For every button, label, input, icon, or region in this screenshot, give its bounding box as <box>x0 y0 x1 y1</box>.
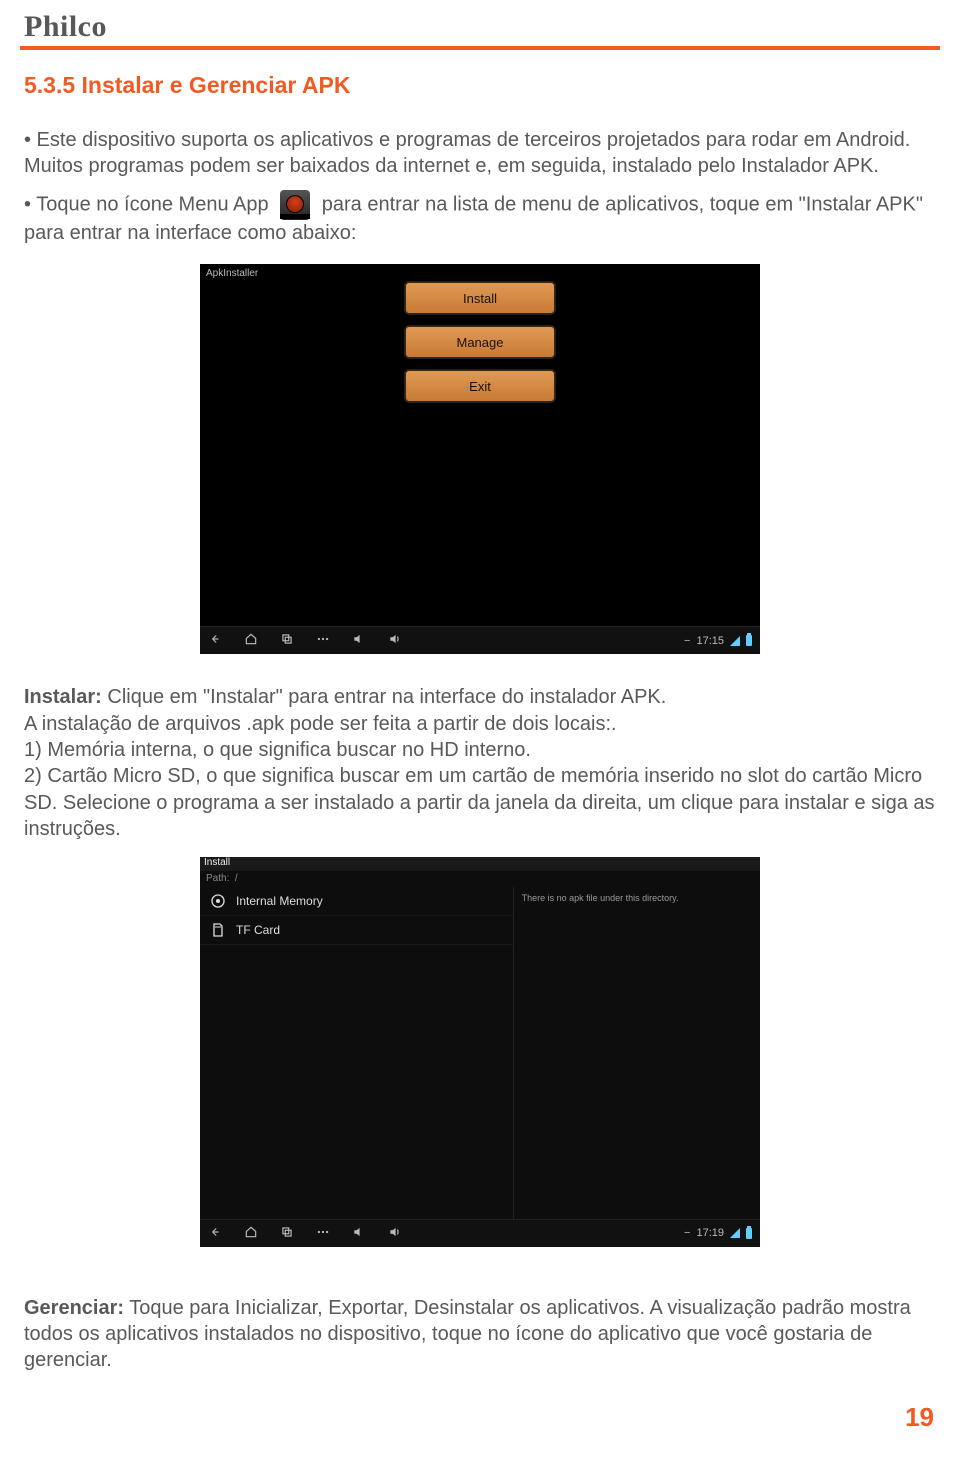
home-icon[interactable] <box>244 632 258 649</box>
gerenciar-text: Toque para Inicializar, Exportar, Desins… <box>24 1297 911 1372</box>
apk-installer-title: ApkInstaller <box>206 268 258 279</box>
navbar-minus: − <box>684 635 690 647</box>
para2-pre: • Toque no ícone Menu App <box>24 193 269 215</box>
recents-icon[interactable] <box>280 1225 294 1242</box>
menu-app-icon <box>280 190 310 220</box>
back-icon[interactable] <box>208 1225 222 1242</box>
gerenciar-label: Gerenciar: <box>24 1297 124 1319</box>
list-item-label: Internal Memory <box>236 894 323 908</box>
list-item-tf-card[interactable]: TF Card <box>200 916 513 945</box>
install-header: Install <box>200 857 760 871</box>
apk-installer-screenshot: ApkInstaller Install Manage Exit <box>200 264 760 654</box>
exit-button[interactable]: Exit <box>405 370 555 402</box>
back-icon[interactable] <box>208 632 222 649</box>
menu-icon[interactable] <box>316 632 330 649</box>
android-navbar: − 17:19 <box>200 1219 760 1247</box>
manage-button[interactable]: Manage <box>405 326 555 358</box>
clock-text: 17:15 <box>696 635 724 647</box>
path-row: Path: / <box>206 873 238 884</box>
home-icon[interactable] <box>244 1225 258 1242</box>
recents-icon[interactable] <box>280 632 294 649</box>
navbar-minus: − <box>684 1227 690 1239</box>
instalar-p4: 2) Cartão Micro SD, o que significa busc… <box>20 763 940 842</box>
wifi-signal-icon <box>730 636 740 646</box>
instalar-text: Clique em "Instalar" para entrar na inte… <box>102 686 667 708</box>
battery-icon <box>746 635 752 646</box>
list-item-label: TF Card <box>236 923 280 937</box>
install-button[interactable]: Install <box>405 282 555 314</box>
storage-list: Internal Memory TF Card <box>200 887 514 1219</box>
instalar-paragraph: Instalar: Clique em "Instalar" para entr… <box>20 684 940 710</box>
right-panel: There is no apk file under this director… <box>514 887 760 1219</box>
volume-down-icon[interactable] <box>352 1225 366 1242</box>
install-browser-screenshot: Install Path: / Internal Memory TF Card <box>200 857 760 1247</box>
page-number: 19 <box>20 1402 940 1433</box>
menu-icon[interactable] <box>316 1225 330 1242</box>
volume-up-icon[interactable] <box>388 632 402 649</box>
paragraph-1: • Este dispositivo suporta os aplicativo… <box>20 127 940 180</box>
path-label: Path: <box>206 873 229 884</box>
brand-divider <box>20 46 940 50</box>
instalar-p3: 1) Memória interna, o que significa busc… <box>20 737 940 763</box>
android-navbar: − 17:15 <box>200 626 760 654</box>
instalar-label: Instalar: <box>24 686 102 708</box>
section-title: 5.3.5 Instalar e Gerenciar APK <box>24 72 940 99</box>
paragraph-2: • Toque no ícone Menu App para entrar na… <box>20 190 940 246</box>
empty-directory-message: There is no apk file under this director… <box>522 893 679 903</box>
wifi-signal-icon <box>730 1228 740 1238</box>
internal-memory-icon <box>210 893 226 909</box>
path-value: / <box>235 873 238 884</box>
battery-icon <box>746 1228 752 1239</box>
clock-text: 17:19 <box>696 1227 724 1239</box>
volume-up-icon[interactable] <box>388 1225 402 1242</box>
instalar-p2: A instalação de arquivos .apk pode ser f… <box>20 711 940 737</box>
gerenciar-paragraph: Gerenciar: Toque para Inicializar, Expor… <box>20 1295 940 1374</box>
sd-card-icon <box>210 922 226 938</box>
brand-logo: Philco <box>20 0 940 46</box>
volume-down-icon[interactable] <box>352 632 366 649</box>
list-item-internal-memory[interactable]: Internal Memory <box>200 887 513 916</box>
